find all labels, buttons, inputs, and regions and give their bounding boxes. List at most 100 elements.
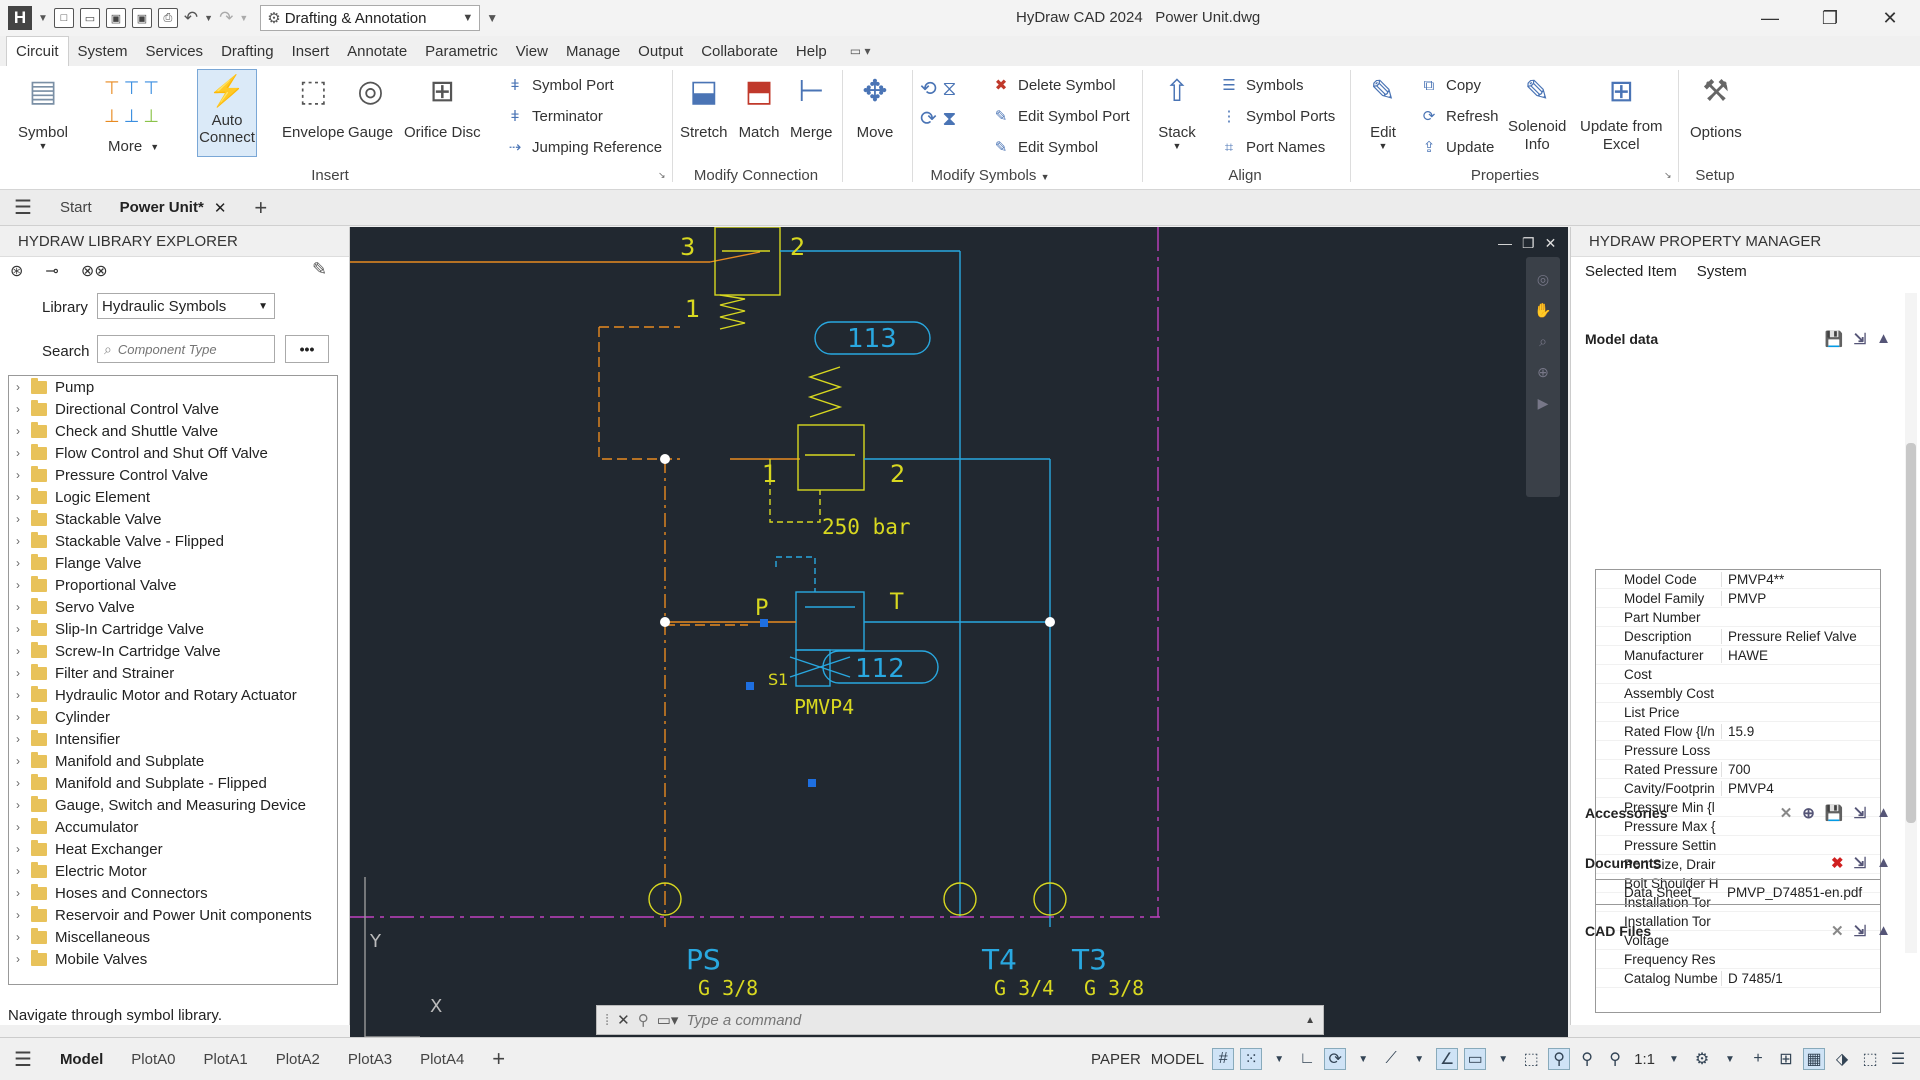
gauge-button[interactable]: ◎ Gauge xyxy=(348,70,393,142)
pan-icon[interactable]: ✋ xyxy=(1534,302,1551,319)
plus-icon[interactable]: + xyxy=(1747,1048,1769,1070)
tree-item[interactable]: › Cylinder xyxy=(9,706,337,728)
tree-item[interactable]: › Hydraulic Motor and Rotary Actuator xyxy=(9,684,337,706)
edit-symbol-port-button[interactable]: ✎ Edit Symbol Port xyxy=(992,107,1130,126)
save-icon[interactable]: 💾 xyxy=(1825,330,1844,348)
expand-icon[interactable]: › xyxy=(9,490,27,504)
tab-plota3[interactable]: PlotA3 xyxy=(334,1051,406,1068)
orifice-disc-button[interactable]: ⊞ Orifice Disc xyxy=(404,70,481,142)
property-row[interactable]: Catalog Numbe D 7485/1 xyxy=(1596,969,1880,988)
symbol-button[interactable]: ▤ Symbol ▼ xyxy=(18,70,68,152)
expand-icon[interactable]: › xyxy=(9,578,27,592)
expand-icon[interactable]: › xyxy=(9,798,27,812)
expand-icon[interactable]: › xyxy=(9,842,27,856)
library-edit-icon[interactable]: ✎ xyxy=(312,259,327,280)
search-input[interactable] xyxy=(117,341,258,357)
auto-connect-button[interactable]: ⚡ Auto Connect xyxy=(197,69,257,157)
jumping-reference-button[interactable]: ⇢ Jumping Reference xyxy=(506,138,662,157)
expand-icon[interactable]: › xyxy=(9,732,27,746)
tree-item[interactable]: › Manifold and Subplate - Flipped xyxy=(9,772,337,794)
property-row[interactable]: Frequency Res xyxy=(1596,950,1880,969)
chevron-down-icon[interactable]: ▼ xyxy=(1492,1048,1514,1070)
property-value[interactable]: PMVP4** xyxy=(1721,571,1784,587)
match-button[interactable]: ⬒ Match xyxy=(738,70,780,142)
ortho-icon[interactable]: ∟ xyxy=(1296,1048,1318,1070)
tree-item[interactable]: › Pressure Control Valve xyxy=(9,464,337,486)
property-row[interactable]: Cost xyxy=(1596,665,1880,684)
save-icon[interactable]: ▣ xyxy=(105,8,126,28)
expand-icon[interactable]: › xyxy=(9,622,27,636)
expand-icon[interactable]: › xyxy=(9,666,27,680)
save-as-icon[interactable]: ▣ xyxy=(131,8,152,28)
merge-button[interactable]: ⊢ Merge xyxy=(790,70,833,142)
expand-icon[interactable]: › xyxy=(9,688,27,702)
close-button[interactable]: ✕ xyxy=(1860,0,1920,36)
redo-icon[interactable]: ↷ xyxy=(219,8,233,28)
chevron-down-icon[interactable]: ▼ xyxy=(1352,1048,1374,1070)
customization-menu-icon[interactable]: ☰ xyxy=(1887,1048,1909,1070)
chevron-down-icon[interactable]: ▼ xyxy=(1408,1048,1430,1070)
tree-item[interactable]: › Electric Motor xyxy=(9,860,337,882)
zoom-icon[interactable]: ⌕ xyxy=(1539,333,1547,350)
grid-icon[interactable]: # xyxy=(1212,1048,1235,1070)
tree-item[interactable]: › Check and Shuttle Valve xyxy=(9,420,337,442)
tab-plota0[interactable]: PlotA0 xyxy=(117,1051,189,1068)
chevron-down-icon[interactable]: ▼ xyxy=(1663,1048,1685,1070)
tab-output[interactable]: Output xyxy=(629,36,692,66)
tab-plota4[interactable]: PlotA4 xyxy=(406,1051,478,1068)
collapse-icon[interactable]: ▲ xyxy=(1876,330,1891,348)
auto-scale-icon[interactable]: ⚲ xyxy=(1576,1048,1598,1070)
tab-annotate[interactable]: Annotate xyxy=(338,36,416,66)
port-view-icon[interactable]: ⊸ xyxy=(45,261,58,281)
app-menu-caret-icon[interactable]: ▼ xyxy=(38,13,48,24)
collapse-icon[interactable]: ▲ xyxy=(1876,854,1891,872)
property-row[interactable]: Model Code PMVP4** xyxy=(1596,570,1880,589)
search-field[interactable]: ⌕ xyxy=(97,335,275,363)
data-sheet-row[interactable]: Data Sheet PMVP_D74851-en.pdf xyxy=(1595,879,1881,905)
collapse-icon[interactable]: ▲ xyxy=(1876,804,1891,822)
property-value[interactable]: PMVP4 xyxy=(1721,780,1774,796)
gear-icon[interactable]: ⚙ xyxy=(1691,1048,1713,1070)
polar-tracking-icon[interactable]: ⟳ xyxy=(1324,1048,1347,1070)
property-value[interactable]: 15.9 xyxy=(1721,723,1754,739)
tab-manage[interactable]: Manage xyxy=(557,36,629,66)
envelope-button[interactable]: ⬚ Envelope xyxy=(282,70,345,142)
model-toggle[interactable]: MODEL xyxy=(1146,1051,1209,1068)
dialog-launcher-icon[interactable]: ↘ xyxy=(658,170,666,181)
tree-item[interactable]: › Heat Exchanger xyxy=(9,838,337,860)
tab-collaborate[interactable]: Collaborate xyxy=(692,36,787,66)
property-row[interactable]: Rated Flow {l/n 15.9 xyxy=(1596,722,1880,741)
property-row[interactable]: Pressure Loss xyxy=(1596,741,1880,760)
object-snap-tracking-icon[interactable]: ∠ xyxy=(1436,1048,1459,1070)
tab-start[interactable]: Start xyxy=(46,190,106,226)
connector-view-icon[interactable]: ⊗⊗ xyxy=(81,261,108,281)
group-modify-symbols-label[interactable]: Modify Symbols ▼ xyxy=(920,167,1060,184)
expand-icon[interactable]: › xyxy=(9,644,27,658)
chevron-down-icon[interactable]: ▼ xyxy=(1268,1048,1290,1070)
tab-circuit[interactable]: Circuit xyxy=(6,36,69,66)
export-icon[interactable]: ⇲ xyxy=(1854,922,1867,940)
expand-icon[interactable]: › xyxy=(9,710,27,724)
tab-model[interactable]: Model xyxy=(46,1051,117,1068)
property-row[interactable]: Part Number xyxy=(1596,608,1880,627)
tab-system-props[interactable]: System xyxy=(1697,263,1747,280)
expand-icon[interactable]: › xyxy=(9,886,27,900)
print-icon[interactable]: ⎙ xyxy=(157,8,178,28)
layout-menu-icon[interactable]: ☰ xyxy=(0,1047,46,1072)
tree-item[interactable]: › Hoses and Connectors xyxy=(9,882,337,904)
library-dropdown[interactable]: Hydraulic Symbols ▼ xyxy=(97,293,275,319)
close-icon[interactable]: ✕ xyxy=(617,1011,630,1029)
expand-icon[interactable]: › xyxy=(9,512,27,526)
app-menu-button[interactable]: H xyxy=(8,6,32,30)
command-input[interactable] xyxy=(686,1011,1247,1029)
expand-icon[interactable]: › xyxy=(9,820,27,834)
tree-item[interactable]: › Mobile Valves xyxy=(9,948,337,970)
property-row[interactable]: Model Family PMVP xyxy=(1596,589,1880,608)
tree-item[interactable]: › Directional Control Valve xyxy=(9,398,337,420)
update-button[interactable]: ⇪ Update xyxy=(1420,138,1495,157)
customize-toolbar-icon[interactable]: ▼ xyxy=(486,11,498,25)
tab-drafting[interactable]: Drafting xyxy=(212,36,283,66)
options-button[interactable]: ⚒ Options xyxy=(1690,70,1742,142)
tab-insert[interactable]: Insert xyxy=(283,36,339,66)
showmotion-icon[interactable]: ▶ xyxy=(1538,395,1549,412)
